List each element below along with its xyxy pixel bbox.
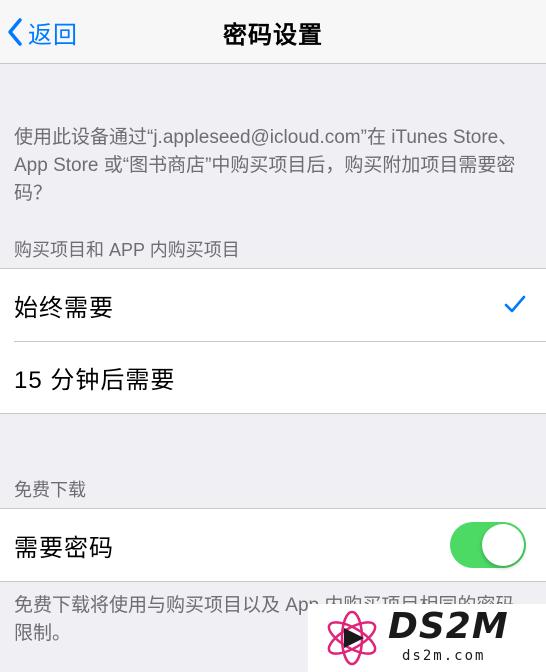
purchases-option-group: 始终需要 15 分钟后需要 <box>0 268 546 414</box>
purchases-section-header: 购买项目和 APP 内购买项目 <box>14 240 240 260</box>
free-downloads-section-header: 免费下载 <box>14 480 86 500</box>
page-title: 密码设置 <box>223 22 323 49</box>
password-description: 使用此设备通过“j.appleseed@icloud.com”在 iTunes … <box>14 127 518 204</box>
checkmark-icon <box>504 295 526 313</box>
watermark: DS2M ds2m.com <box>308 604 546 672</box>
require-password-toggle[interactable] <box>450 522 526 568</box>
option-label: 15 分钟后需要 <box>14 366 176 394</box>
navigation-bar: 返回 密码设置 <box>0 0 546 64</box>
option-label: 始终需要 <box>14 294 114 322</box>
option-always-require[interactable]: 始终需要 <box>0 269 546 341</box>
watermark-brand: DS2M <box>388 606 509 647</box>
free-downloads-group: 需要密码 <box>0 508 546 582</box>
atom-logo-icon <box>327 610 377 666</box>
require-password-row: 需要密码 <box>0 509 546 581</box>
toggle-knob <box>482 524 524 566</box>
watermark-url: ds2m.com <box>402 648 486 664</box>
require-password-label: 需要密码 <box>14 534 114 562</box>
option-require-after-15-min[interactable]: 15 分钟后需要 <box>0 341 546 413</box>
